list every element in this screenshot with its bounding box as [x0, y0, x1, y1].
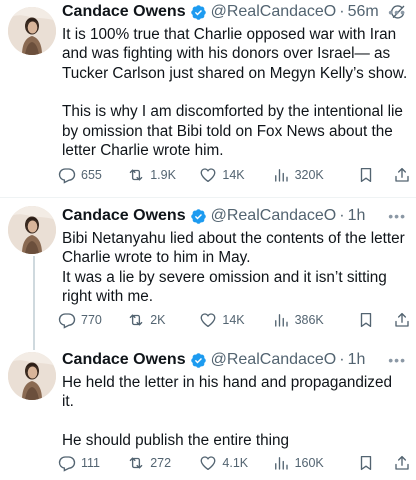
author-name[interactable]: Candace Owens	[62, 3, 186, 21]
avatar[interactable]	[8, 352, 56, 400]
like-button[interactable]: 14K	[199, 311, 271, 329]
more-icon[interactable]: •••	[388, 4, 406, 20]
repost-button[interactable]: 2K	[127, 311, 199, 329]
tweet-text: Bibi Netanyahu lied about the contents o…	[62, 229, 408, 307]
reply-button[interactable]: 111	[58, 454, 127, 472]
views-button[interactable]: 160K	[272, 454, 358, 472]
verified-badge-icon	[190, 352, 207, 369]
action-bar: 770 2K 14K 386K	[58, 311, 412, 329]
bookmark-icon	[357, 454, 375, 472]
reply-button[interactable]: 770	[58, 311, 127, 329]
like-count: 14K	[222, 313, 245, 327]
view-count: 320K	[294, 168, 324, 182]
repost-icon	[127, 166, 145, 184]
share-icon	[393, 454, 411, 472]
repost-icon	[127, 311, 145, 329]
reply-count: 111	[81, 456, 101, 470]
bookmark-button[interactable]	[357, 454, 392, 472]
view-count: 386K	[294, 313, 324, 327]
view-count: 160K	[294, 456, 324, 470]
tweet-paragraph: This is why I am discomforted by the int…	[62, 103, 403, 160]
more-icon[interactable]: •••	[388, 208, 406, 224]
tweet-paragraph: He held the letter in his hand and propa…	[62, 374, 392, 411]
like-icon	[199, 311, 217, 329]
more-icon[interactable]: •••	[388, 352, 406, 368]
avatar[interactable]	[8, 7, 56, 55]
verified-badge-icon	[190, 208, 207, 225]
tweet[interactable]: Candace Owens @RealCandaceO · 1h ••• Bib…	[0, 198, 416, 345]
tweet-paragraph: It was a lie by severe omission and it i…	[62, 268, 387, 306]
tweet[interactable]: Candace Owens @RealCandaceO · 1h ••• He …	[0, 344, 416, 480]
author-handle[interactable]: @RealCandaceO	[211, 351, 337, 369]
like-button[interactable]: 14K	[199, 166, 271, 184]
reply-count: 655	[81, 168, 102, 182]
action-bar: 655 1.9K 14K 320K	[58, 166, 412, 184]
tweet[interactable]: Candace Owens @RealCandaceO · 56m ••• It…	[0, 0, 416, 197]
author-name[interactable]: Candace Owens	[62, 351, 186, 369]
tweet-text: He held the letter in his hand and propa…	[62, 373, 408, 450]
repost-icon	[127, 454, 145, 472]
thread-line	[33, 256, 35, 345]
timestamp[interactable]: 1h	[348, 351, 366, 369]
separator-dot: ·	[339, 351, 345, 368]
views-button[interactable]: 386K	[272, 311, 358, 329]
author-handle[interactable]: @RealCandaceO	[211, 3, 337, 21]
reply-count: 770	[81, 313, 102, 327]
repost-button[interactable]: 1.9K	[127, 166, 199, 184]
like-count: 4.1K	[222, 456, 249, 470]
views-icon	[272, 311, 290, 329]
verified-badge-icon	[190, 4, 207, 21]
like-icon	[199, 454, 217, 472]
repost-count: 2K	[150, 313, 166, 327]
like-button[interactable]: 4.1K	[199, 454, 271, 472]
timestamp[interactable]: 1h	[348, 207, 366, 225]
views-button[interactable]: 320K	[272, 166, 358, 184]
thread-line	[33, 344, 35, 350]
like-icon	[199, 166, 217, 184]
avatar-image	[8, 7, 56, 55]
repost-count: 272	[150, 456, 172, 470]
tweet-header: Candace Owens @RealCandaceO · 56m •••	[62, 2, 410, 22]
action-bar: 111 272 4.1K 160K	[58, 454, 412, 472]
like-count: 14K	[222, 168, 245, 182]
tweet-header: Candace Owens @RealCandaceO · 1h •••	[62, 206, 410, 226]
reply-button[interactable]: 655	[58, 166, 127, 184]
reply-icon	[58, 166, 76, 184]
tweet-paragraph: It is 100% true that Charlie opposed war…	[62, 26, 408, 82]
reply-icon	[58, 311, 76, 329]
bookmark-icon	[357, 311, 375, 329]
views-icon	[272, 166, 290, 184]
separator-dot: ·	[339, 3, 345, 20]
repost-button[interactable]: 272	[127, 454, 199, 472]
tweet-feed: Candace Owens @RealCandaceO · 56m ••• It…	[0, 0, 416, 480]
share-icon	[393, 166, 411, 184]
bookmark-button[interactable]	[357, 311, 392, 329]
tweet-paragraph: Bibi Netanyahu lied about the contents o…	[62, 230, 405, 267]
bookmark-button[interactable]	[357, 166, 392, 184]
tweet-paragraph: He should publish the entire thing	[62, 431, 290, 449]
avatar-image	[8, 206, 56, 254]
avatar-image	[8, 352, 56, 400]
author-name[interactable]: Candace Owens	[62, 207, 186, 225]
share-button[interactable]	[393, 166, 413, 184]
tweet-header: Candace Owens @RealCandaceO · 1h •••	[62, 350, 410, 370]
views-icon	[272, 454, 290, 472]
repost-count: 1.9K	[150, 168, 176, 182]
share-button[interactable]	[393, 311, 413, 329]
share-button[interactable]	[393, 454, 413, 472]
author-handle[interactable]: @RealCandaceO	[211, 207, 337, 225]
bookmark-icon	[357, 166, 375, 184]
separator-dot: ·	[339, 207, 345, 224]
tweet-text: It is 100% true that Charlie opposed war…	[62, 25, 408, 160]
avatar[interactable]	[8, 206, 56, 254]
timestamp[interactable]: 56m	[348, 3, 379, 21]
share-icon	[393, 311, 411, 329]
reply-icon	[58, 454, 76, 472]
